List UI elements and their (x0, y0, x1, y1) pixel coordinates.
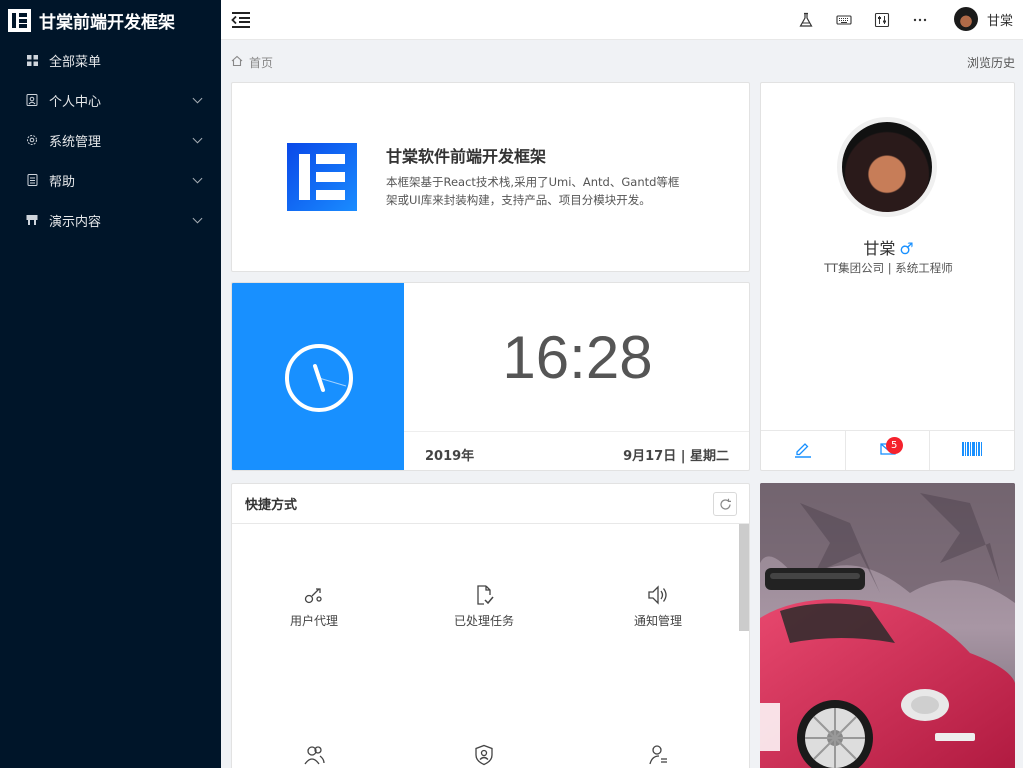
user-card-icon (26, 94, 38, 106)
shortcut-label: 已处理任务 (453, 614, 514, 628)
sidebar-item-label: 全部菜单 (49, 54, 102, 70)
profile-name: 甘棠 (863, 239, 896, 258)
male-icon: ♂ (899, 239, 914, 258)
sidebar-item-all-menu[interactable]: 全部菜单 (0, 40, 221, 80)
sidebar-item-label: 帮助 (49, 174, 76, 190)
message-count-badge: 5 (885, 437, 903, 454)
scrollbar[interactable] (739, 524, 749, 631)
sound-icon (648, 585, 667, 605)
edit-profile-button[interactable] (761, 431, 846, 470)
messages-button[interactable]: 5 (846, 431, 931, 470)
brand-logo-icon (287, 143, 357, 211)
shortcut-label: 通知管理 (633, 614, 682, 628)
logo-icon (8, 8, 31, 32)
profile-avatar[interactable] (837, 117, 937, 217)
car-photo (760, 483, 1015, 768)
clock-panel (232, 283, 404, 470)
profile-org: TT集团公司 | 系统工程师 (824, 261, 953, 275)
shortcut-label: 用户代理 (289, 614, 338, 628)
sidebar-menu: 全部菜单 个人中心 系统管理 帮助 演示内容 (0, 40, 221, 240)
sidebar-item-help[interactable]: 帮助 (0, 160, 221, 200)
shortcut-security[interactable] (424, 744, 544, 768)
profile-actions: 5 (761, 430, 1014, 470)
top-header: 甘棠 (221, 0, 1023, 40)
sidebar-item-label: 演示内容 (49, 214, 102, 230)
document-icon (26, 174, 38, 186)
sidebar-item-label: 个人中心 (49, 94, 102, 110)
clock-date: 9月17日 | 星期二 (623, 449, 729, 464)
intro-description: 本框架基于React技术栈,采用了Umi、Antd、Gantd等框架或UI库来封… (386, 175, 680, 207)
breadcrumb-home[interactable]: 首页 (249, 54, 273, 71)
profile-name-row: 甘棠 ♂ (761, 235, 1016, 259)
user-list-icon (649, 745, 667, 765)
shortcuts-title: 快捷方式 (245, 498, 298, 513)
flag-icon (26, 214, 38, 226)
intro-card: 甘棠软件前端开发框架 本框架基于React技术栈,采用了Umi、Antd、Gan… (231, 82, 750, 272)
sidebar-item-personal-center[interactable]: 个人中心 (0, 80, 221, 120)
featured-image (760, 483, 1015, 768)
sliders-icon[interactable] (874, 12, 890, 28)
sidebar-item-label: 系统管理 (49, 134, 102, 150)
clock-year: 2019年 (425, 449, 475, 464)
shortcut-user-proxy[interactable]: 用户代理 (254, 584, 374, 629)
divider (404, 431, 749, 432)
profile-card: 甘棠 ♂ TT集团公司 | 系统工程师 5 (760, 82, 1015, 471)
proxy-icon (304, 588, 322, 604)
chevron-down-icon (192, 213, 203, 223)
chevron-down-icon (192, 93, 203, 103)
shortcut-notification-mgmt[interactable]: 通知管理 (598, 584, 718, 629)
shortcuts-card: 快捷方式 用户代理 已处理任务 通知管理 (231, 483, 750, 768)
chevron-down-icon (192, 133, 203, 143)
intro-title: 甘棠软件前端开发框架 (386, 147, 547, 166)
clock-icon (284, 343, 354, 417)
team-icon (304, 746, 325, 765)
home-icon (231, 55, 243, 70)
more-icon[interactable] (912, 12, 928, 28)
sidebar-item-demo[interactable]: 演示内容 (0, 200, 221, 240)
barcode-button[interactable] (930, 431, 1014, 470)
menu-fold-icon[interactable] (231, 11, 251, 29)
sidebar: 甘棠前端开发框架 全部菜单 个人中心 系统管理 帮助 演示内容 (0, 0, 221, 768)
avatar (953, 7, 978, 31)
gear-icon (26, 134, 38, 146)
shortcut-user-list[interactable] (598, 744, 718, 768)
shield-user-icon (475, 744, 493, 766)
user-menu[interactable]: 甘棠 (953, 7, 1013, 31)
flask-icon[interactable] (798, 12, 814, 28)
barcode-icon (962, 441, 983, 461)
chevron-down-icon (192, 173, 203, 183)
refresh-button[interactable] (713, 492, 737, 516)
file-check-icon (477, 585, 494, 605)
refresh-icon (719, 498, 731, 510)
shortcut-team[interactable] (254, 744, 374, 768)
shortcut-processed-tasks[interactable]: 已处理任务 (424, 584, 544, 629)
app-logo[interactable]: 甘棠前端开发框架 (0, 0, 221, 40)
clock-time: 16:28 (502, 324, 653, 391)
clock-card: 16:28 2019年 9月17日 | 星期二 (231, 282, 750, 471)
edit-icon (794, 440, 812, 462)
breadcrumb: 首页 (231, 54, 273, 71)
sidebar-item-system-admin[interactable]: 系统管理 (0, 120, 221, 160)
keyboard-icon[interactable] (836, 12, 852, 28)
shortcuts-header: 快捷方式 (232, 484, 749, 524)
app-title: 甘棠前端开发框架 (39, 12, 175, 33)
user-name: 甘棠 (986, 13, 1013, 29)
history-link[interactable]: 浏览历史 (967, 54, 1015, 71)
grid-icon (26, 54, 38, 66)
